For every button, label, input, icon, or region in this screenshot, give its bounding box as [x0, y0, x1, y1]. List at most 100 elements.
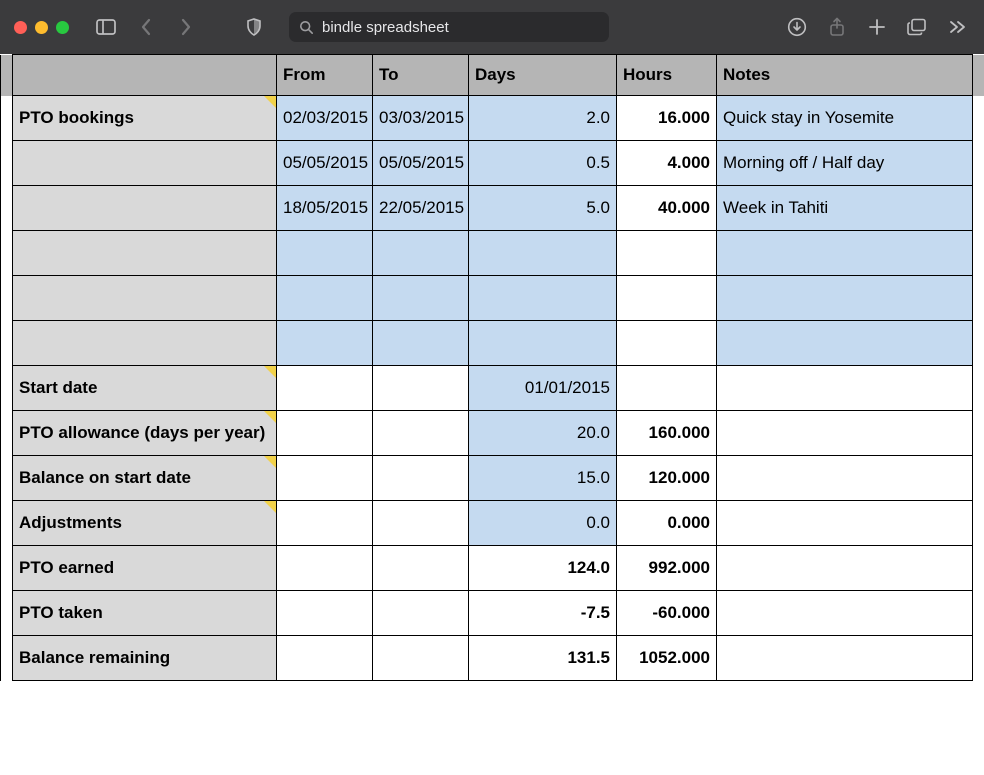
tab-overview-button[interactable] [904, 14, 930, 40]
from-cell[interactable]: 18/05/2015 [277, 186, 373, 231]
from-cell[interactable] [277, 591, 373, 636]
privacy-shield-icon[interactable] [241, 14, 267, 40]
days-cell[interactable]: 0.0 [469, 501, 617, 546]
days-cell[interactable]: -7.5 [469, 591, 617, 636]
from-cell[interactable] [277, 411, 373, 456]
zoom-window-button[interactable] [56, 21, 69, 34]
spreadsheet-viewport[interactable]: From To Days Hours Notes PTO bookings 02… [0, 54, 984, 681]
to-cell[interactable] [373, 276, 469, 321]
hours-cell[interactable]: 0.000 [617, 501, 717, 546]
days-cell[interactable]: 0.5 [469, 141, 617, 186]
close-window-button[interactable] [14, 21, 27, 34]
header-hours-cell[interactable]: Hours [617, 55, 717, 96]
from-cell[interactable] [277, 321, 373, 366]
to-cell[interactable] [373, 591, 469, 636]
to-cell[interactable] [373, 231, 469, 276]
notes-cell[interactable] [717, 591, 973, 636]
from-cell[interactable] [277, 456, 373, 501]
sidebar-toggle-button[interactable] [93, 14, 119, 40]
notes-cell[interactable] [717, 411, 973, 456]
minimize-window-button[interactable] [35, 21, 48, 34]
hours-cell[interactable] [617, 231, 717, 276]
from-cell[interactable]: 02/03/2015 [277, 96, 373, 141]
from-cell[interactable] [277, 501, 373, 546]
notes-cell[interactable]: Week in Tahiti [717, 186, 973, 231]
bookings-label-cell[interactable] [13, 231, 277, 276]
hours-cell[interactable]: 4.000 [617, 141, 717, 186]
notes-cell[interactable] [717, 231, 973, 276]
days-cell[interactable]: 124.0 [469, 546, 617, 591]
days-cell[interactable]: 2.0 [469, 96, 617, 141]
days-cell[interactable] [469, 231, 617, 276]
summary-label-cell[interactable]: Balance on start date [13, 456, 277, 501]
gutter-cell [973, 456, 984, 501]
hours-cell[interactable]: 1052.000 [617, 636, 717, 681]
bookings-label-cell[interactable] [13, 186, 277, 231]
forward-button[interactable] [173, 14, 199, 40]
overflow-button[interactable] [944, 14, 970, 40]
header-label-cell[interactable] [13, 55, 277, 96]
hours-cell[interactable] [617, 321, 717, 366]
notes-cell[interactable] [717, 276, 973, 321]
gutter-cell [1, 591, 13, 636]
hours-cell[interactable]: 120.000 [617, 456, 717, 501]
from-cell[interactable] [277, 636, 373, 681]
hours-cell[interactable] [617, 276, 717, 321]
days-cell[interactable]: 01/01/2015 [469, 366, 617, 411]
to-cell[interactable] [373, 546, 469, 591]
back-button[interactable] [133, 14, 159, 40]
hours-cell[interactable] [617, 366, 717, 411]
to-cell[interactable]: 05/05/2015 [373, 141, 469, 186]
summary-label-cell[interactable]: PTO taken [13, 591, 277, 636]
from-cell[interactable]: 05/05/2015 [277, 141, 373, 186]
to-cell[interactable] [373, 501, 469, 546]
hours-cell[interactable]: 160.000 [617, 411, 717, 456]
hours-cell[interactable]: -60.000 [617, 591, 717, 636]
address-search-field[interactable]: bindle spreadsheet [289, 12, 609, 42]
to-cell[interactable] [373, 411, 469, 456]
to-cell[interactable] [373, 456, 469, 501]
notes-cell[interactable] [717, 501, 973, 546]
summary-label-cell[interactable]: PTO allowance (days per year) [13, 411, 277, 456]
notes-cell[interactable]: Morning off / Half day [717, 141, 973, 186]
to-cell[interactable] [373, 636, 469, 681]
to-cell[interactable] [373, 366, 469, 411]
days-cell[interactable]: 15.0 [469, 456, 617, 501]
bookings-label-cell[interactable] [13, 276, 277, 321]
days-cell[interactable] [469, 276, 617, 321]
days-cell[interactable]: 131.5 [469, 636, 617, 681]
share-button[interactable] [824, 14, 850, 40]
from-cell[interactable] [277, 366, 373, 411]
summary-label-cell[interactable]: Balance remaining [13, 636, 277, 681]
notes-cell[interactable]: Quick stay in Yosemite [717, 96, 973, 141]
summary-label-cell[interactable]: PTO earned [13, 546, 277, 591]
bookings-label-cell[interactable] [13, 321, 277, 366]
hours-cell[interactable]: 16.000 [617, 96, 717, 141]
to-cell[interactable] [373, 321, 469, 366]
notes-cell[interactable] [717, 321, 973, 366]
hours-cell[interactable]: 40.000 [617, 186, 717, 231]
summary-label-cell[interactable]: Start date [13, 366, 277, 411]
to-cell[interactable]: 22/05/2015 [373, 186, 469, 231]
from-cell[interactable] [277, 231, 373, 276]
days-cell[interactable]: 5.0 [469, 186, 617, 231]
from-cell[interactable] [277, 276, 373, 321]
bookings-label-cell[interactable] [13, 141, 277, 186]
new-tab-button[interactable] [864, 14, 890, 40]
header-notes-cell[interactable]: Notes [717, 55, 973, 96]
bookings-label-cell[interactable]: PTO bookings [13, 96, 277, 141]
from-cell[interactable] [277, 546, 373, 591]
summary-label-cell[interactable]: Adjustments [13, 501, 277, 546]
header-from-cell[interactable]: From [277, 55, 373, 96]
days-cell[interactable] [469, 321, 617, 366]
notes-cell[interactable] [717, 636, 973, 681]
header-to-cell[interactable]: To [373, 55, 469, 96]
notes-cell[interactable] [717, 366, 973, 411]
to-cell[interactable]: 03/03/2015 [373, 96, 469, 141]
downloads-button[interactable] [784, 14, 810, 40]
days-cell[interactable]: 20.0 [469, 411, 617, 456]
hours-cell[interactable]: 992.000 [617, 546, 717, 591]
header-days-cell[interactable]: Days [469, 55, 617, 96]
notes-cell[interactable] [717, 546, 973, 591]
notes-cell[interactable] [717, 456, 973, 501]
